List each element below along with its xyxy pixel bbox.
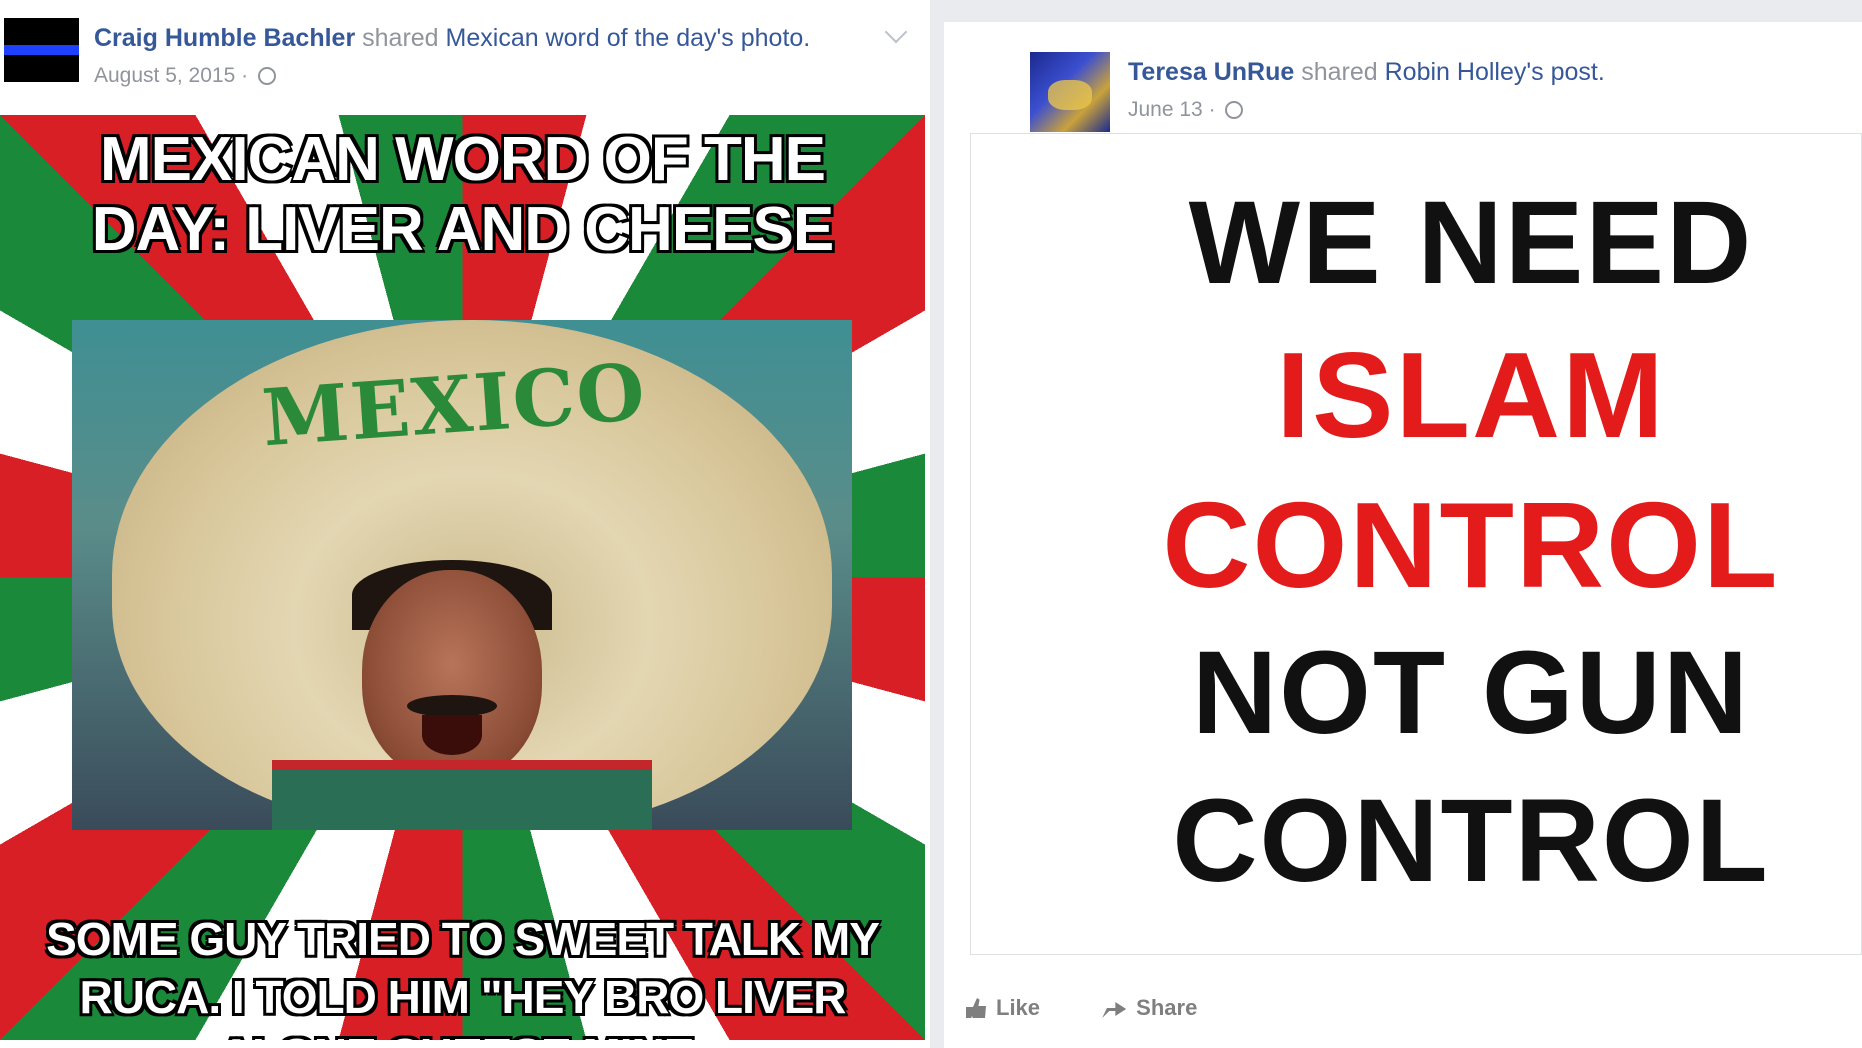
author-name-link[interactable]: Craig Humble Bachler — [94, 24, 355, 52]
author-name-link[interactable]: Teresa UnRue — [1128, 58, 1294, 86]
author-avatar[interactable] — [4, 18, 79, 82]
like-icon — [966, 998, 986, 1018]
post-date-link[interactable]: August 5, 2015 — [94, 64, 235, 87]
post-header: Teresa UnRue shared Robin Holley's post. — [1128, 58, 1605, 87]
action-text: shared — [362, 24, 439, 52]
like-button[interactable]: Like — [966, 995, 1040, 1021]
meme-top-caption: MEXICAN WORD OF THE DAY: LIVER AND CHEES… — [90, 124, 836, 266]
action-text: shared — [1301, 58, 1378, 86]
meme-bottom-caption: SOME GUY TRIED TO SWEET TALK MY RUCA. I … — [45, 912, 882, 1041]
share-icon — [1102, 1002, 1127, 1018]
meme-photo: MEXICO — [72, 320, 852, 830]
slogan-line-2: ISLAM — [1276, 327, 1666, 463]
globe-icon — [257, 67, 276, 85]
source-link[interactable]: Mexican word of the day's photo. — [446, 24, 811, 52]
shirt — [272, 760, 652, 830]
author-avatar[interactable] — [1030, 52, 1110, 132]
share-button[interactable]: Share — [1102, 995, 1197, 1021]
slogan-line-5: CONTROL — [1172, 775, 1770, 907]
mouth — [422, 715, 482, 755]
left-post: Craig Humble Bachler shared Mexican word… — [0, 0, 930, 1048]
post-date-link[interactable]: June 13 — [1128, 98, 1203, 121]
hat-text: MEXICO — [259, 346, 650, 465]
mustache — [407, 695, 497, 717]
source-link[interactable]: Robin Holley's post. — [1385, 58, 1605, 86]
globe-icon — [1225, 101, 1244, 119]
slogan-line-4: NOT GUN — [1191, 627, 1751, 759]
chevron-down-icon[interactable] — [884, 20, 908, 44]
share-label: Share — [1136, 995, 1198, 1020]
post-meta: August 5, 2015 · — [94, 64, 276, 88]
post-image[interactable]: WE NEED ISLAM CONTROL NOT GUN CONTROL — [970, 133, 1862, 955]
feed-gap — [944, 0, 1862, 22]
post-meta: June 13 · — [1128, 98, 1244, 122]
right-post: Teresa UnRue shared Robin Holley's post.… — [944, 0, 1862, 1048]
like-label: Like — [996, 995, 1041, 1020]
post-header: Craig Humble Bachler shared Mexican word… — [94, 24, 810, 53]
slogan-line-1: WE NEED — [1188, 177, 1754, 309]
slogan-line-3: CONTROL — [1162, 477, 1780, 613]
meme-image[interactable]: MEXICO MEXICAN WORD OF THE DAY: LIVER AN… — [0, 115, 925, 1040]
post-actions: Like Share — [966, 995, 1253, 1024]
